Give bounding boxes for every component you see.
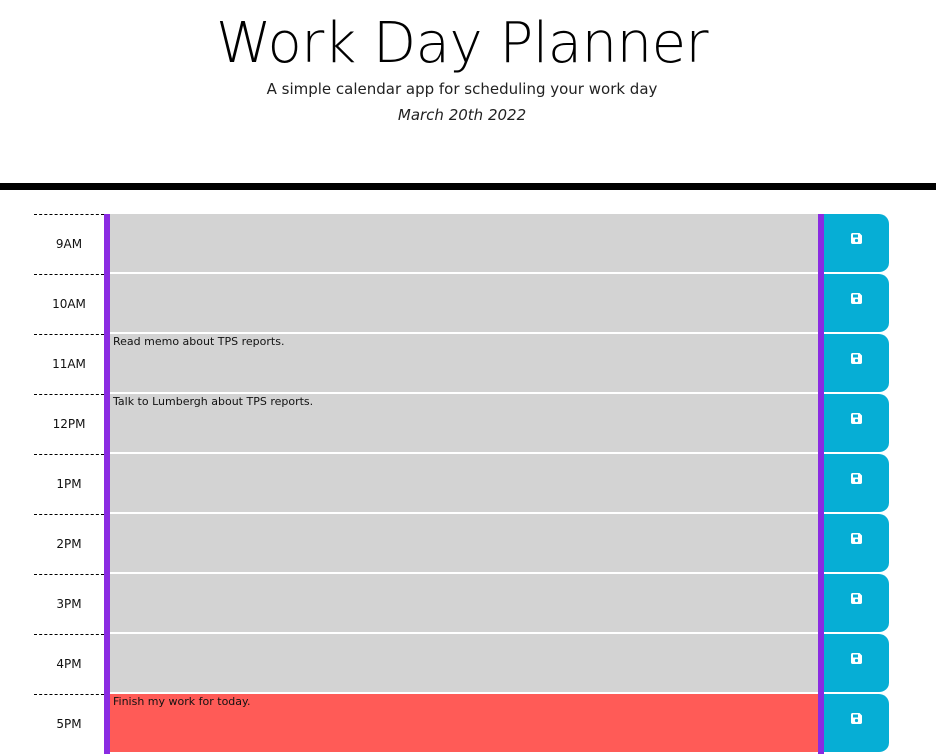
hour-label: 10AM (34, 274, 104, 334)
save-button[interactable] (824, 214, 889, 273)
event-textarea[interactable] (110, 634, 818, 693)
hour-label: 2PM (34, 514, 104, 574)
save-button[interactable] (824, 574, 889, 633)
event-textarea[interactable] (110, 214, 818, 273)
save-button[interactable] (824, 694, 889, 753)
save-icon (851, 653, 862, 664)
save-icon (851, 713, 862, 724)
save-icon (851, 593, 862, 604)
event-textarea[interactable] (110, 274, 818, 333)
time-block-row: 2PM (34, 514, 889, 574)
page-header: Work Day Planner A simple calendar app f… (0, 0, 936, 183)
time-block-row: 12PM Talk to Lumbergh about TPS reports. (34, 394, 889, 454)
event-textarea[interactable]: Read memo about TPS reports. (110, 334, 818, 393)
header-divider (0, 183, 936, 190)
time-block-row: 11AM Read memo about TPS reports. (34, 334, 889, 394)
hour-label: 9AM (34, 214, 104, 274)
current-date: March 20th 2022 (397, 106, 527, 124)
save-button[interactable] (824, 514, 889, 573)
save-button[interactable] (824, 334, 889, 393)
time-block-row: 3PM (34, 574, 889, 634)
page-subtitle: A simple calendar app for scheduling you… (266, 80, 658, 98)
time-block-row: 9AM (34, 214, 889, 274)
time-block-row: 1PM (34, 454, 889, 514)
page-title: Work Day Planner (215, 11, 709, 76)
hour-label: 3PM (34, 574, 104, 634)
save-icon (851, 233, 862, 244)
save-button[interactable] (824, 274, 889, 333)
event-textarea[interactable]: Finish my work for today. (110, 694, 818, 753)
time-block-row: 10AM (34, 274, 889, 334)
save-icon (851, 533, 862, 544)
save-icon (851, 413, 862, 424)
event-textarea[interactable] (110, 514, 818, 573)
time-block-row: 4PM (34, 634, 889, 694)
hour-label: 1PM (34, 454, 104, 514)
save-button[interactable] (824, 454, 889, 513)
hour-label: 12PM (34, 394, 104, 454)
event-textarea[interactable] (110, 574, 818, 633)
save-icon (851, 473, 862, 484)
save-button[interactable] (824, 634, 889, 693)
hour-label: 5PM (34, 694, 104, 754)
save-button[interactable] (824, 394, 889, 453)
time-block-row: 5PM Finish my work for today. (34, 694, 889, 754)
save-icon (851, 353, 862, 364)
event-textarea[interactable] (110, 454, 818, 513)
hour-label: 11AM (34, 334, 104, 394)
hour-label: 4PM (34, 634, 104, 694)
save-icon (851, 293, 862, 304)
event-textarea[interactable]: Talk to Lumbergh about TPS reports. (110, 394, 818, 453)
